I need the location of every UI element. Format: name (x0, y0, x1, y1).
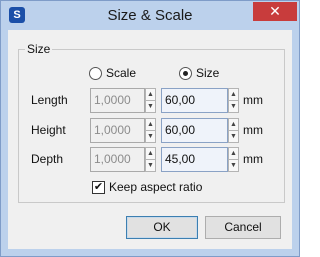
scale-radio-circle[interactable] (89, 67, 102, 81)
depth-unit: mm (243, 152, 263, 166)
triangle-up-icon: ▲ (230, 150, 237, 157)
length-size-value: 60,00 (165, 93, 196, 107)
group-legend: Size (25, 42, 53, 56)
length-scale-down: ▼ (145, 100, 156, 113)
triangle-down-icon: ▼ (230, 103, 237, 110)
triangle-up-icon: ▲ (147, 121, 154, 128)
height-unit: mm (243, 123, 263, 137)
height-scale-value: 1,0000 (94, 123, 131, 137)
triangle-up-icon: ▲ (147, 150, 154, 157)
close-button[interactable]: ✕ (253, 2, 297, 21)
keep-aspect-label: Keep aspect ratio (109, 180, 203, 194)
depth-size-field[interactable]: 45,00 (161, 147, 228, 172)
triangle-down-icon: ▼ (230, 162, 237, 169)
depth-label: Depth (31, 152, 64, 166)
depth-size-down[interactable]: ▼ (228, 159, 239, 172)
cancel-button[interactable]: Cancel (205, 216, 281, 239)
scale-radio[interactable]: Scale (89, 65, 136, 81)
triangle-down-icon: ▼ (147, 162, 154, 169)
triangle-up-icon: ▲ (147, 91, 154, 98)
length-label: Length (31, 93, 68, 107)
keep-aspect-checkbox[interactable]: ✔ Keep aspect ratio (92, 179, 202, 195)
depth-size-value: 45,00 (165, 152, 196, 166)
height-size-down[interactable]: ▼ (228, 130, 239, 143)
length-unit: mm (243, 93, 263, 107)
dialog-window: S Size & Scale ✕ Size Scale Size Length … (0, 0, 300, 257)
close-icon: ✕ (269, 3, 281, 19)
depth-scale-down: ▼ (145, 159, 156, 172)
dialog-body: Size Scale Size Length 1,0000 ▲ ▼ 60,00 … (8, 30, 292, 249)
size-radio[interactable]: Size (179, 65, 219, 81)
checkmark-icon[interactable]: ✔ (92, 181, 105, 195)
triangle-down-icon: ▼ (147, 103, 154, 110)
length-scale-field: 1,0000 (90, 88, 145, 113)
length-size-field[interactable]: 60,00 (161, 88, 228, 113)
scale-radio-label: Scale (106, 66, 137, 80)
triangle-down-icon: ▼ (230, 133, 237, 140)
depth-scale-value: 1,0000 (94, 152, 131, 166)
title-bar[interactable]: S Size & Scale ✕ (1, 1, 299, 29)
height-size-field[interactable]: 60,00 (161, 118, 228, 143)
height-scale-field: 1,0000 (90, 118, 145, 143)
triangle-up-icon: ▲ (230, 121, 237, 128)
ok-button[interactable]: OK (126, 216, 198, 239)
height-label: Height (31, 123, 66, 137)
height-size-value: 60,00 (165, 123, 196, 137)
triangle-up-icon: ▲ (230, 91, 237, 98)
depth-scale-field: 1,0000 (90, 147, 145, 172)
height-scale-down: ▼ (145, 130, 156, 143)
length-size-down[interactable]: ▼ (228, 100, 239, 113)
length-scale-value: 1,0000 (94, 93, 131, 107)
size-radio-label: Size (196, 66, 220, 80)
triangle-down-icon: ▼ (147, 133, 154, 140)
size-radio-circle[interactable] (179, 67, 192, 81)
